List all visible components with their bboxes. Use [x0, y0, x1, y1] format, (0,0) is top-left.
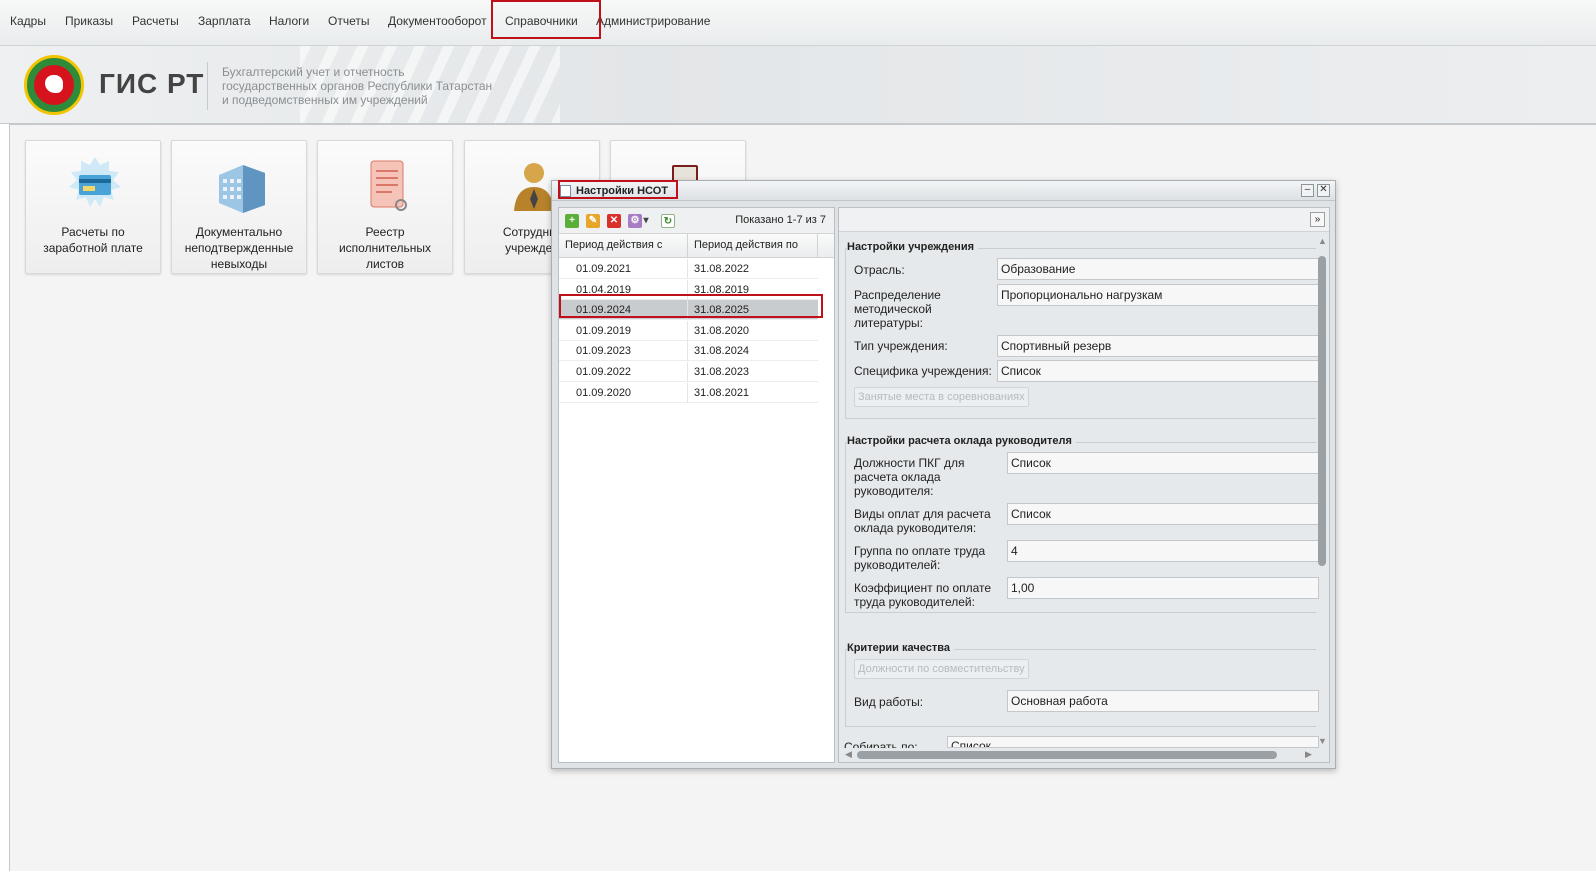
- combined-positions-button[interactable]: Должности по совместительству: [854, 659, 1029, 679]
- add-icon[interactable]: +: [565, 214, 579, 228]
- delete-icon[interactable]: ✕: [607, 214, 621, 228]
- tile-label: Реестр исполнительных листов: [338, 225, 432, 271]
- industry-label: Отрасль:: [854, 263, 905, 277]
- work-type-field[interactable]: Основная работа: [1007, 690, 1319, 712]
- refresh-icon[interactable]: ↻: [661, 214, 675, 228]
- brand-desc-line: и подведомственных им учреждений: [222, 93, 428, 107]
- section-title-head-salary: Настройки расчета оклада руководителя: [847, 435, 1076, 447]
- cell-period-to: 31.08.2023: [694, 366, 750, 378]
- scroll-up-icon[interactable]: ▲: [1318, 236, 1327, 246]
- form-top-bar: »: [839, 208, 1329, 232]
- collect-by-label: Собирать по:: [844, 740, 918, 748]
- grid-header: Период действия с Период действия по: [559, 234, 834, 258]
- cell-period-to: 31.08.2020: [694, 324, 750, 337]
- tatarstan-emblem-icon: [24, 55, 84, 115]
- table-row[interactable]: 01.09.2020 31.08.2021: [559, 382, 818, 403]
- dialog-header[interactable]: Настройки НСОТ – ✕: [552, 180, 1335, 201]
- scroll-right-icon[interactable]: ▶: [1305, 749, 1312, 760]
- pay-types-label: Виды оплат для расчета оклада руководите…: [854, 507, 991, 535]
- scroll-document-icon: [370, 160, 407, 211]
- nsot-settings-dialog: Настройки НСОТ – ✕ + ✎ ✕ ⚙ ▾ ↻ Показано …: [551, 180, 1336, 769]
- pay-group-label: Группа по оплате труда руководителей:: [854, 544, 986, 572]
- close-icon[interactable]: ✕: [1317, 184, 1330, 197]
- pkg-positions-field[interactable]: Список: [1007, 452, 1319, 474]
- tile-label: Документально неподтвержденные невыходы: [184, 225, 294, 271]
- payroll-card-icon: [69, 157, 121, 207]
- table-row[interactable]: 01.09.2022 31.08.2023: [559, 362, 818, 382]
- scroll-left-icon[interactable]: ◀: [845, 749, 852, 760]
- cell-period-from: 01.09.2023: [576, 345, 632, 358]
- settings-gear-icon[interactable]: ⚙: [628, 214, 642, 228]
- cell-period-to: 31.08.2024: [694, 345, 750, 358]
- literature-field[interactable]: Пропорционально нагрузкам: [997, 284, 1319, 306]
- expand-double-chevron-icon[interactable]: »: [1310, 212, 1325, 227]
- grid-toolbar: + ✎ ✕ ⚙ ▾ ↻ Показано 1-7 из 7: [559, 208, 834, 234]
- records-count: Показано 1-7 из 7: [735, 214, 826, 226]
- horizontal-scrollbar[interactable]: ◀ ▶: [845, 749, 1313, 759]
- collect-by-field[interactable]: Список: [947, 736, 1319, 748]
- institution-specific-label: Специфика учреждения:: [854, 364, 992, 378]
- cell-period-to: 31.08.2022: [694, 263, 750, 275]
- section-title-institution: Настройки учреждения: [847, 241, 979, 253]
- brand-title: ГИС РТ: [99, 68, 205, 99]
- work-type-label: Вид работы:: [854, 695, 924, 709]
- brand-description: Бухгалтерский учет и отчетность государс…: [222, 65, 492, 107]
- pay-group-field[interactable]: 4: [1007, 540, 1319, 562]
- pay-types-field[interactable]: Список: [1007, 503, 1319, 525]
- brand-desc-line: Бухгалтерский учет и отчетность: [222, 65, 405, 79]
- highlight-box-row: [559, 294, 823, 318]
- menu-item-dokumentooborot[interactable]: Документооборот: [388, 14, 487, 28]
- cell-period-from: 01.09.2022: [576, 366, 632, 378]
- menu-item-kadry[interactable]: Кадры: [10, 14, 46, 28]
- section-title-quality: Критерии качества: [847, 642, 954, 654]
- tile-payroll[interactable]: Расчеты по заработной плате: [25, 140, 161, 274]
- pay-coef-field[interactable]: 1,00: [1007, 577, 1319, 599]
- brand-desc-line: государственных органов Республики Татар…: [222, 79, 493, 93]
- menu-item-raschety[interactable]: Расчеты: [132, 14, 179, 28]
- menu-item-prikazy[interactable]: Приказы: [65, 14, 113, 28]
- menu-item-administrirovanie[interactable]: Администрирование: [596, 14, 710, 28]
- tile-absences[interactable]: Документально неподтвержденные невыходы: [171, 140, 307, 274]
- chevron-down-icon[interactable]: ▾: [642, 214, 650, 228]
- cell-period-from: 01.09.2019: [576, 324, 632, 337]
- settings-form-panel: » Настройки учреждения Отрасль: Образова…: [838, 207, 1330, 763]
- pkg-positions-label: Должности ПКГ для расчета оклада руковод…: [854, 456, 965, 498]
- literature-label: Распределение методической литературы:: [854, 288, 941, 330]
- tile-writ-registry[interactable]: Реестр исполнительных листов: [317, 140, 453, 274]
- scroll-down-icon[interactable]: ▼: [1318, 736, 1327, 746]
- brand-divider: [207, 62, 208, 110]
- edit-icon[interactable]: ✎: [586, 214, 600, 228]
- minimize-icon[interactable]: –: [1301, 184, 1314, 197]
- highlight-box-title: [558, 180, 678, 199]
- table-row[interactable]: 01.09.2023 31.08.2024: [559, 341, 818, 362]
- periods-grid-panel: + ✎ ✕ ⚙ ▾ ↻ Показано 1-7 из 7 Период дей…: [558, 207, 835, 763]
- office-building-icon: [219, 165, 265, 213]
- vertical-scrollbar[interactable]: ▲ ▼: [1317, 236, 1327, 746]
- column-header-from[interactable]: Период действия с: [565, 239, 662, 251]
- cell-period-from: 01.09.2021: [576, 263, 632, 275]
- tile-label: Расчеты по заработной плате: [43, 225, 143, 255]
- institution-specific-field[interactable]: Список: [997, 360, 1319, 382]
- institution-type-field[interactable]: Спортивный резерв: [997, 335, 1319, 357]
- menu-item-nalogi[interactable]: Налоги: [269, 14, 309, 28]
- institution-type-label: Тип учреждения:: [854, 339, 948, 353]
- cell-period-from: 01.09.2020: [576, 386, 632, 399]
- table-row[interactable]: 01.09.2021 31.08.2022: [559, 259, 818, 279]
- column-header-to[interactable]: Период действия по: [694, 239, 798, 251]
- menu-item-zarplata[interactable]: Зарплата: [198, 14, 251, 28]
- header-banner: ГИС РТ Бухгалтерский учет и отчетность г…: [0, 46, 1596, 124]
- pay-coef-label: Коэффициент по оплате труда руководителе…: [854, 581, 992, 609]
- menu-item-otchety[interactable]: Отчеты: [328, 14, 369, 28]
- top-menu-bar: Кадры Приказы Расчеты Зарплата Налоги От…: [0, 0, 1596, 46]
- competition-places-button[interactable]: Занятые места в соревнованиях: [854, 387, 1029, 407]
- industry-field[interactable]: Образование: [997, 258, 1319, 280]
- table-row[interactable]: 01.09.2019 31.08.2020: [559, 320, 818, 341]
- cell-period-to: 31.08.2021: [694, 386, 750, 399]
- highlight-box-menu: [491, 0, 601, 39]
